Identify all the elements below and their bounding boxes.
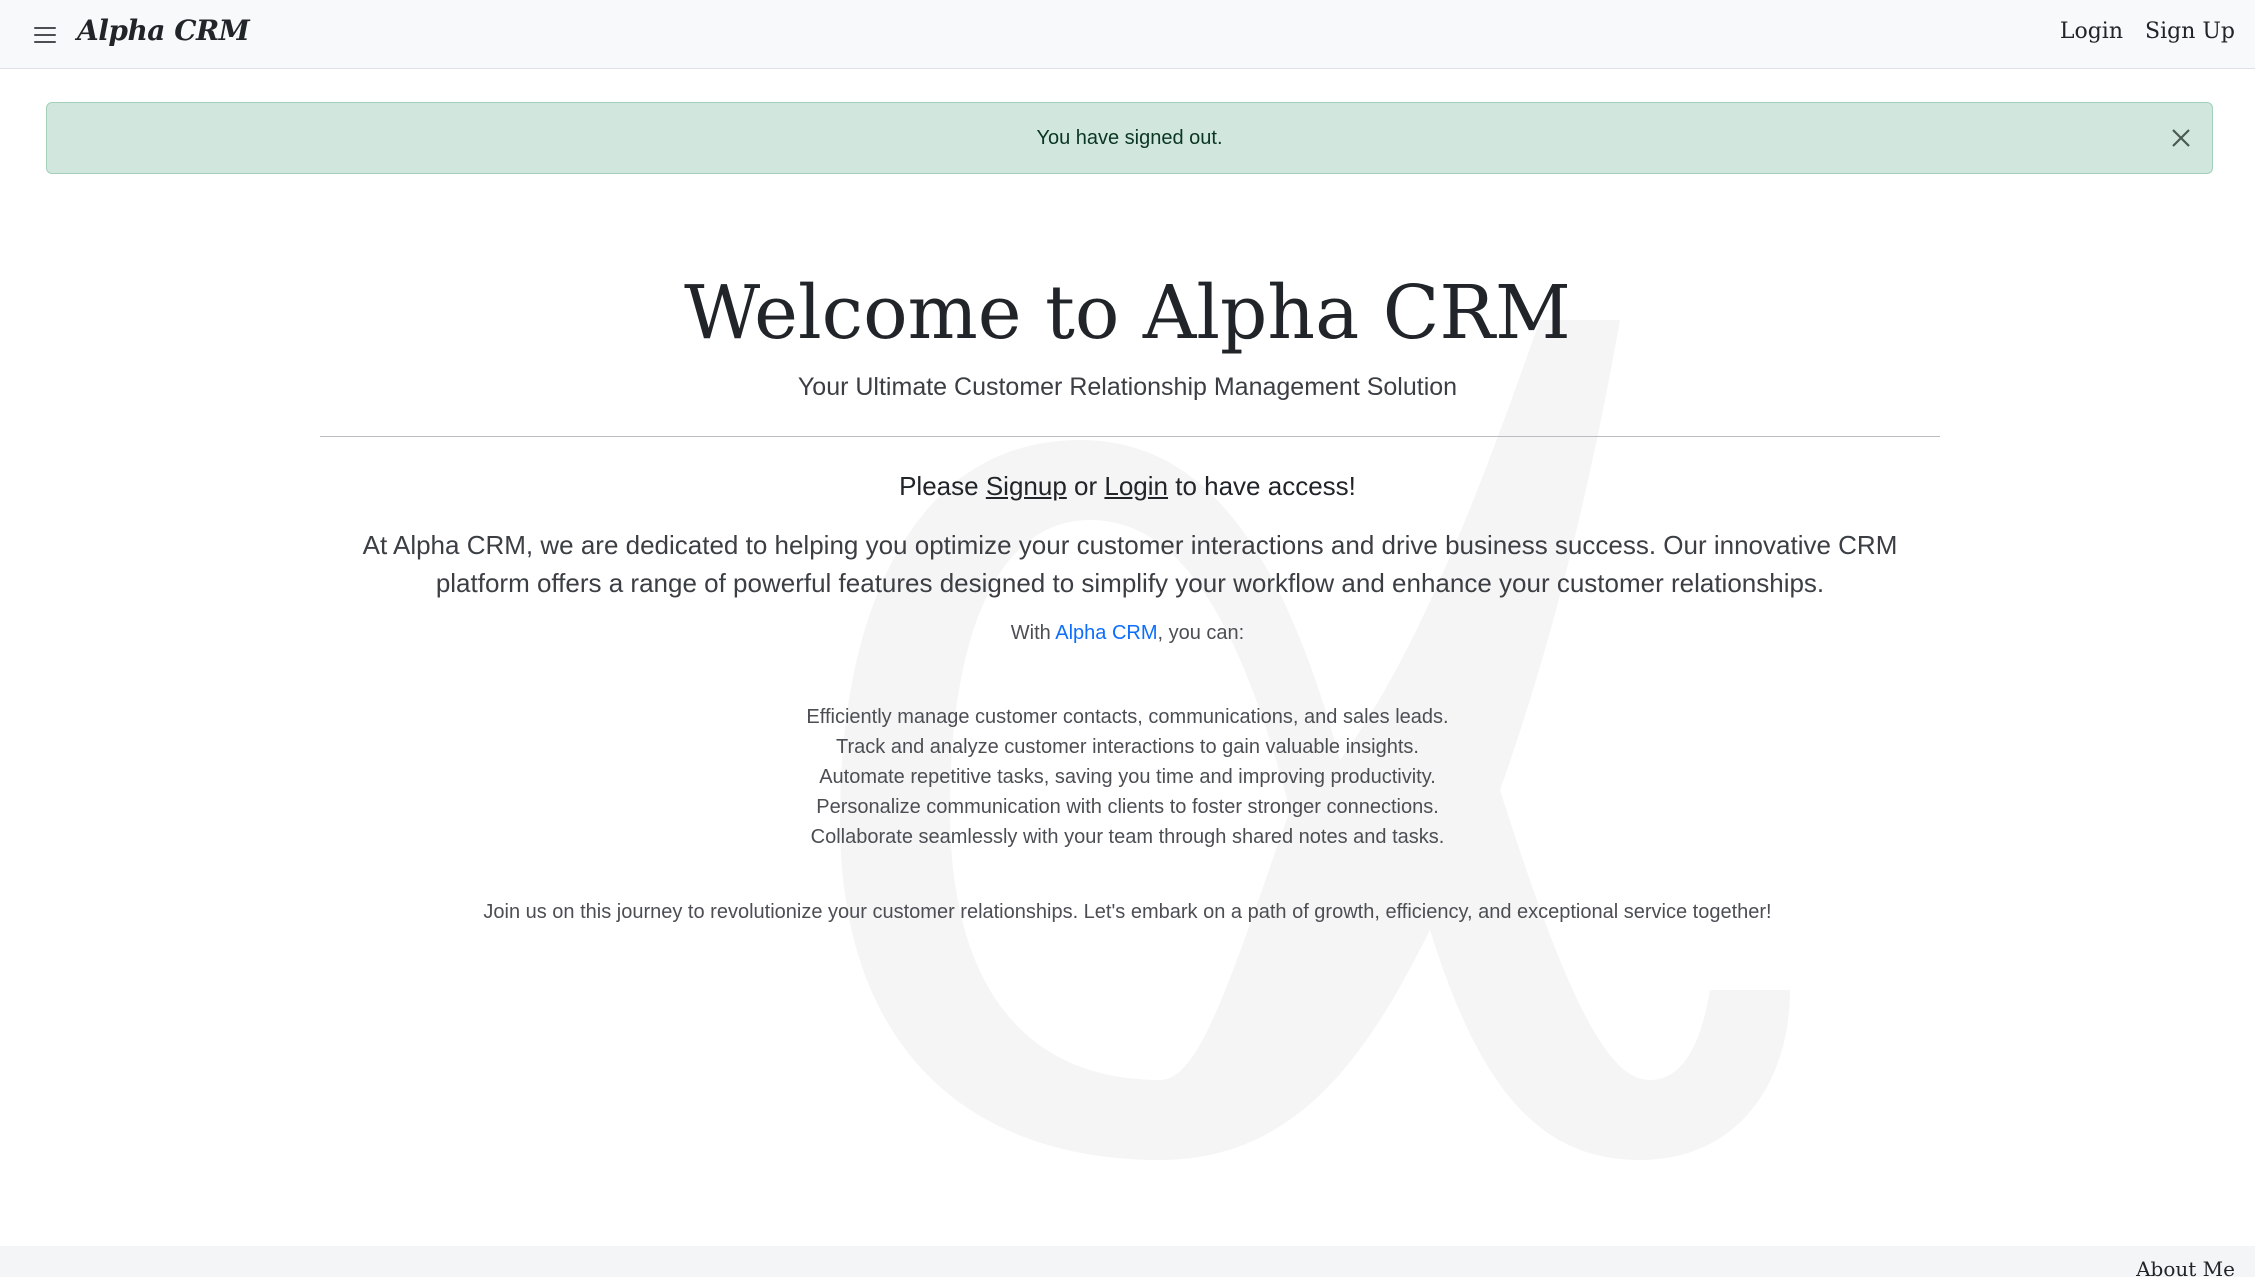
access-middle: or <box>1066 471 1105 501</box>
alert-message: You have signed out. <box>1036 127 1223 149</box>
access-prefix: Please <box>899 471 986 501</box>
intro-paragraph: At Alpha CRM, we are dedicated to helpin… <box>362 530 1898 598</box>
feature-item: Collaborate seamlessly with your team th… <box>810 826 1445 848</box>
feature-item: Efficiently manage customer contacts, co… <box>806 706 1449 728</box>
close-icon[interactable] <box>2168 125 2194 151</box>
feature-item: Automate repetitive tasks, saving you ti… <box>819 766 1436 788</box>
about-me-link[interactable]: About Me <box>2136 1257 2235 1277</box>
with-suffix: , you can: <box>1157 622 1245 644</box>
nav-signup-link[interactable]: Sign Up <box>2145 19 2235 44</box>
alpha-crm-link[interactable]: Alpha CRM <box>1055 622 1157 644</box>
feature-list: Efficiently manage customer contacts, co… <box>0 702 2255 852</box>
page: Alpha CRM Login Sign Up You have signed … <box>0 0 2255 1277</box>
access-prompt: Please Signup or Login to have access! <box>0 471 2255 502</box>
feature-item: Personalize communication with clients t… <box>816 796 1439 818</box>
with-alpha-line: With Alpha CRM, you can: <box>0 622 2255 645</box>
footer: About Me <box>0 1246 2255 1277</box>
navbar: Alpha CRM Login Sign Up <box>0 0 2255 69</box>
nav-login-link[interactable]: Login <box>2060 19 2123 44</box>
login-link[interactable]: Login <box>1104 471 1168 501</box>
brand-logo[interactable]: Alpha CRM <box>77 14 250 47</box>
page-title: Welcome to Alpha CRM <box>684 270 1571 356</box>
nav-links: Login Sign Up <box>2060 19 2235 44</box>
signup-link[interactable]: Signup <box>986 471 1067 501</box>
divider <box>320 436 1940 437</box>
closing-paragraph: Join us on this journey to revolutionize… <box>483 901 1772 923</box>
access-suffix: to have access! <box>1168 471 1356 501</box>
with-prefix: With <box>1010 622 1056 644</box>
page-subtitle: Your Ultimate Customer Relationship Mana… <box>797 373 1458 401</box>
signed-out-alert: You have signed out. <box>46 102 2213 174</box>
feature-item: Track and analyze customer interactions … <box>836 736 1419 758</box>
hamburger-menu-icon[interactable] <box>32 22 58 48</box>
